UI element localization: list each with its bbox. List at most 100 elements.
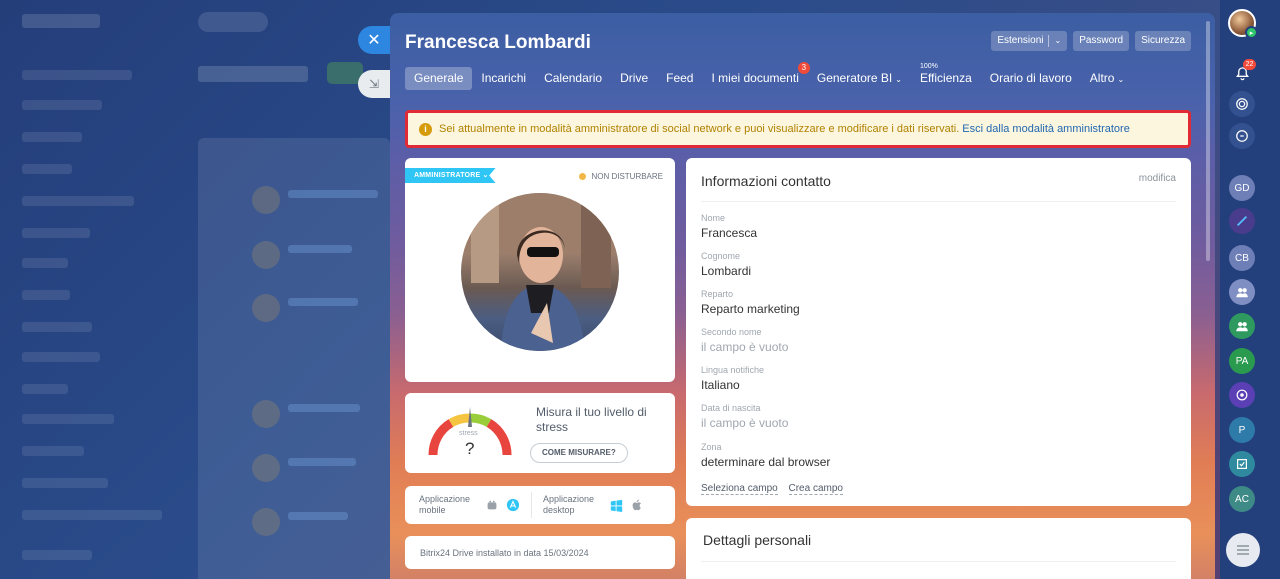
contact-info-card: Informazioni contatto modifica Nome Fran… xyxy=(686,158,1191,506)
app-store-icon[interactable] xyxy=(505,497,521,513)
background-menu-item xyxy=(22,164,72,174)
background-menu-item xyxy=(22,258,68,268)
tab-generatore-bi[interactable]: Generatore BI ⌄ xyxy=(808,67,911,90)
chevron-down-icon: ⌄ xyxy=(895,75,902,84)
status-dot-icon xyxy=(579,173,587,180)
apps-divider xyxy=(531,492,532,518)
stress-card: stress ? Misura il tuo livello di stress… xyxy=(405,393,675,473)
background-menu-item xyxy=(22,414,114,424)
rail-contact-p[interactable]: P xyxy=(1229,417,1255,443)
create-field-link[interactable]: Crea campo xyxy=(788,483,843,495)
gauge-label: stress xyxy=(459,430,478,437)
group-chat-green-icon[interactable] xyxy=(1229,313,1255,339)
minimize-slider-button[interactable]: ⇲ xyxy=(358,70,390,98)
android-icon[interactable] xyxy=(484,497,500,513)
field-zona: Zona determinare dal browser xyxy=(701,442,831,469)
exit-admin-mode-link[interactable]: Esci dalla modalità amministratore xyxy=(962,123,1130,135)
tab-incarichi[interactable]: Incarichi xyxy=(472,67,535,90)
background-row-line xyxy=(288,298,358,306)
contact-field-links: Seleziona campo Crea campo xyxy=(701,483,851,495)
security-button[interactable]: Sicurezza xyxy=(1135,31,1191,51)
channel-icon[interactable] xyxy=(1229,382,1255,408)
background-row-line xyxy=(288,512,348,520)
rail-menu-button[interactable] xyxy=(1226,533,1260,567)
avatar-card: AMMINISTRATORE ⌄ NON DISTURBARE xyxy=(405,158,675,382)
rail-contact-gd[interactable]: GD xyxy=(1229,175,1255,201)
edit-contact-link[interactable]: modifica xyxy=(1139,173,1176,184)
tab-feed[interactable]: Feed xyxy=(657,67,702,90)
background-avatar xyxy=(252,294,280,322)
apps-card: Applicazione mobile Applicazione desktop xyxy=(405,486,675,524)
stress-description: Misura il tuo livello di stress xyxy=(536,405,647,434)
background-menu-item xyxy=(22,550,92,560)
rail-contact-avatar[interactable] xyxy=(1229,208,1255,234)
contact-info-title: Informazioni contatto xyxy=(701,173,831,189)
drive-installed-text: Bitrix24 Drive installato in data 15/03/… xyxy=(420,548,589,558)
admin-role-tag[interactable]: AMMINISTRATORE ⌄ xyxy=(405,168,496,183)
background-avatar xyxy=(252,400,280,428)
menu-icon xyxy=(1237,545,1249,555)
field-cognome: Cognome Lombardi xyxy=(701,251,752,278)
rail-contact-cb[interactable]: CB xyxy=(1229,245,1255,271)
background-menu-item xyxy=(22,322,92,332)
background-avatar xyxy=(252,186,280,214)
close-icon: ✕ xyxy=(367,32,381,49)
rail-contact-pa[interactable]: PA xyxy=(1229,348,1255,374)
efficiency-percent: 100% xyxy=(919,63,938,70)
tab-drive[interactable]: Drive xyxy=(611,67,657,90)
background-avatar xyxy=(252,508,280,536)
background-search xyxy=(198,12,268,32)
tab-orario-di-lavoro[interactable]: Orario di lavoro xyxy=(981,67,1081,90)
background-row-line xyxy=(288,404,360,412)
do-not-disturb-status[interactable]: NON DISTURBARE xyxy=(579,172,663,181)
tab-i-miei-documenti[interactable]: I miei documenti 3 xyxy=(702,62,810,90)
apple-icon[interactable] xyxy=(629,497,645,513)
background-left-menu xyxy=(0,0,190,579)
windows-icon[interactable] xyxy=(608,497,624,513)
chevron-down-icon: ⌄ xyxy=(1054,36,1062,45)
background-row-line xyxy=(288,458,356,466)
tab-calendario[interactable]: Calendario xyxy=(535,67,611,90)
field-data-di-nascita: Data di nascita il campo è vuoto xyxy=(701,403,789,430)
profile-photo-image xyxy=(461,193,619,351)
background-row-line xyxy=(288,245,352,253)
tab-generale[interactable]: Generale xyxy=(405,67,473,90)
divider xyxy=(701,561,1176,562)
gauge-value: ? xyxy=(465,439,475,458)
online-status-icon: ▸ xyxy=(1245,26,1258,39)
rail-contact-ac[interactable]: AC xyxy=(1229,486,1255,512)
background-menu-item xyxy=(22,478,108,488)
background-avatar xyxy=(252,454,280,482)
search-chat-icon[interactable] xyxy=(1229,123,1255,149)
scrollbar[interactable] xyxy=(1206,21,1210,261)
tasks-icon[interactable] xyxy=(1229,451,1255,477)
how-to-measure-button[interactable]: COME MISURARE? xyxy=(530,443,628,463)
background-menu-item xyxy=(22,70,132,80)
desktop-app-label: Applicazione desktop xyxy=(543,494,595,515)
profile-tabs: Generale Incarichi Calendario Drive Feed… xyxy=(405,62,1133,90)
tab-altro[interactable]: Altro ⌄ xyxy=(1081,67,1133,90)
profile-photo[interactable] xyxy=(461,193,619,351)
alert-text: Sei attualmente in modalità amministrato… xyxy=(439,123,960,135)
background-logo xyxy=(22,14,100,28)
personal-details-title: Dettagli personali xyxy=(703,532,812,548)
background-menu-item xyxy=(22,100,102,110)
divider xyxy=(701,201,1176,202)
group-chat-icon[interactable] xyxy=(1229,279,1255,305)
background-menu-item xyxy=(22,384,68,394)
background-row-line xyxy=(288,190,378,198)
select-field-link[interactable]: Seleziona campo xyxy=(701,483,778,495)
notifications-badge: 22 xyxy=(1243,59,1256,70)
personal-details-card: Dettagli personali xyxy=(686,518,1191,579)
tab-efficienza[interactable]: 100% Efficienza xyxy=(911,63,981,90)
extensions-button[interactable]: Estensioni ⌄ xyxy=(991,31,1068,51)
close-slider-button[interactable]: ✕ xyxy=(358,26,390,54)
minimize-icon: ⇲ xyxy=(368,77,380,91)
admin-mode-alert: i Sei attualmente in modalità amministra… xyxy=(405,110,1191,148)
password-button[interactable]: Password xyxy=(1073,31,1130,51)
field-reparto: Reparto Reparto marketing xyxy=(701,289,800,316)
profile-name: Francesca Lombardi xyxy=(405,32,591,53)
profile-slider: Francesca Lombardi Estensioni ⌄ Password … xyxy=(390,13,1215,579)
mobile-app-label: Applicazione mobile xyxy=(419,494,471,515)
messenger-icon[interactable] xyxy=(1229,91,1255,117)
